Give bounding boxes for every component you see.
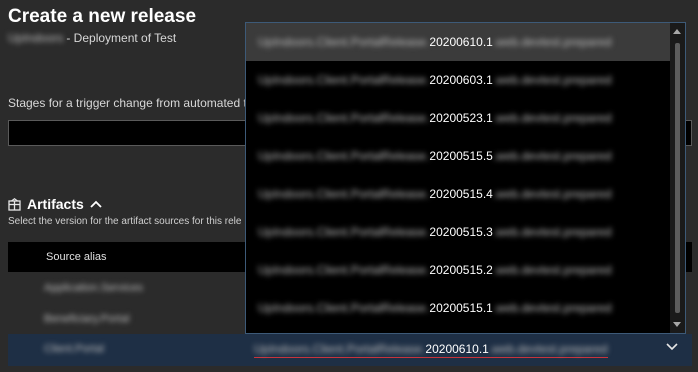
- dropdown-option[interactable]: UpIndoors.Client.PortalRelease. 20200610.…: [246, 23, 670, 61]
- scroll-up-arrow-icon[interactable]: [673, 29, 681, 34]
- option-prefix: UpIndoors.Client.PortalRelease.: [258, 111, 430, 125]
- version-suffix: .web.devtest.prepared: [488, 342, 608, 356]
- version-select[interactable]: UpIndoors.Client.PortalRelease.20200610.…: [254, 342, 608, 358]
- subtitle-text: - Deployment of Test: [66, 31, 177, 45]
- option-version: 20200515.3: [429, 225, 493, 239]
- option-suffix: .web.devtest.prepared: [492, 149, 612, 163]
- artifacts-description: Select the version for the artifact sour…: [8, 216, 242, 227]
- dropdown-option[interactable]: UpIndoors.Client.PortalRelease. 20200515.…: [246, 289, 670, 327]
- option-version: 20200523.1: [429, 111, 493, 125]
- option-prefix: UpIndoors.Client.PortalRelease.: [258, 263, 430, 277]
- option-version: 20200515.5: [429, 149, 493, 163]
- dropdown-option[interactable]: UpIndoors.Client.PortalRelease. 20200523.…: [246, 99, 670, 137]
- option-version: 20200610.1: [429, 35, 493, 49]
- option-prefix: UpIndoors.Client.PortalRelease.: [258, 73, 430, 87]
- option-version: 20200515.4: [429, 187, 493, 201]
- dropdown-scrollbar[interactable]: [670, 23, 685, 333]
- table-row[interactable]: Application.Services: [44, 282, 143, 294]
- table-row-selected[interactable]: Client.Portal UpIndoors.Client.PortalRel…: [8, 334, 692, 366]
- source-alias-cell: Client.Portal: [44, 343, 104, 355]
- scroll-down-arrow-icon[interactable]: [673, 322, 681, 327]
- dropdown-option[interactable]: UpIndoors.Client.PortalRelease. 20200515.…: [246, 251, 670, 289]
- option-suffix: .web.devtest.prepared: [492, 35, 612, 49]
- option-suffix: .web.devtest.prepared: [492, 263, 612, 277]
- option-suffix: .web.devtest.prepared: [492, 111, 612, 125]
- column-header-source-alias: Source alias: [46, 251, 107, 263]
- artifacts-section-header[interactable]: Artifacts: [8, 196, 102, 212]
- option-suffix: .web.devtest.prepared: [492, 225, 612, 239]
- project-name: UpIndoors: [8, 31, 64, 45]
- chevron-down-icon[interactable]: [666, 343, 678, 351]
- dropdown-option[interactable]: UpIndoors.Client.PortalRelease. 20200515.…: [246, 213, 670, 251]
- option-version: 20200515.2: [429, 263, 493, 277]
- option-prefix: UpIndoors.Client.PortalRelease.: [258, 187, 430, 201]
- option-version: 20200603.1: [429, 73, 493, 87]
- dropdown-option[interactable]: UpIndoors.Client.PortalRelease. 20200603.…: [246, 61, 670, 99]
- option-prefix: UpIndoors.Client.PortalRelease.: [258, 301, 430, 315]
- dropdown-option[interactable]: UpIndoors.Client.PortalRelease. 20200515.…: [246, 175, 670, 213]
- version-prefix: UpIndoors.Client.PortalRelease.: [254, 342, 426, 356]
- package-icon: [8, 197, 21, 211]
- dropdown-option[interactable]: UpIndoors.Client.PortalRelease. 20200515.…: [246, 137, 670, 175]
- stages-trigger-label: Stages for a trigger change from automat…: [8, 96, 247, 110]
- option-suffix: .web.devtest.prepared: [492, 187, 612, 201]
- option-prefix: UpIndoors.Client.PortalRelease.: [258, 225, 430, 239]
- option-suffix: .web.devtest.prepared: [492, 73, 612, 87]
- scrollbar-thumb[interactable]: [675, 43, 680, 313]
- artifacts-heading: Artifacts: [27, 196, 84, 212]
- option-suffix: .web.devtest.prepared: [492, 301, 612, 315]
- table-row[interactable]: Beneficiary.Portal: [44, 313, 129, 325]
- option-version: 20200515.1: [429, 301, 493, 315]
- subtitle: UpIndoors - Deployment of Test: [8, 31, 176, 45]
- option-prefix: UpIndoors.Client.PortalRelease.: [258, 149, 430, 163]
- option-prefix: UpIndoors.Client.PortalRelease.: [258, 35, 430, 49]
- page-title: Create a new release: [8, 6, 197, 27]
- chevron-up-icon[interactable]: [90, 200, 102, 208]
- version-number: 20200610.1: [425, 342, 489, 356]
- version-dropdown-list[interactable]: UpIndoors.Client.PortalRelease. 20200610.…: [245, 22, 686, 334]
